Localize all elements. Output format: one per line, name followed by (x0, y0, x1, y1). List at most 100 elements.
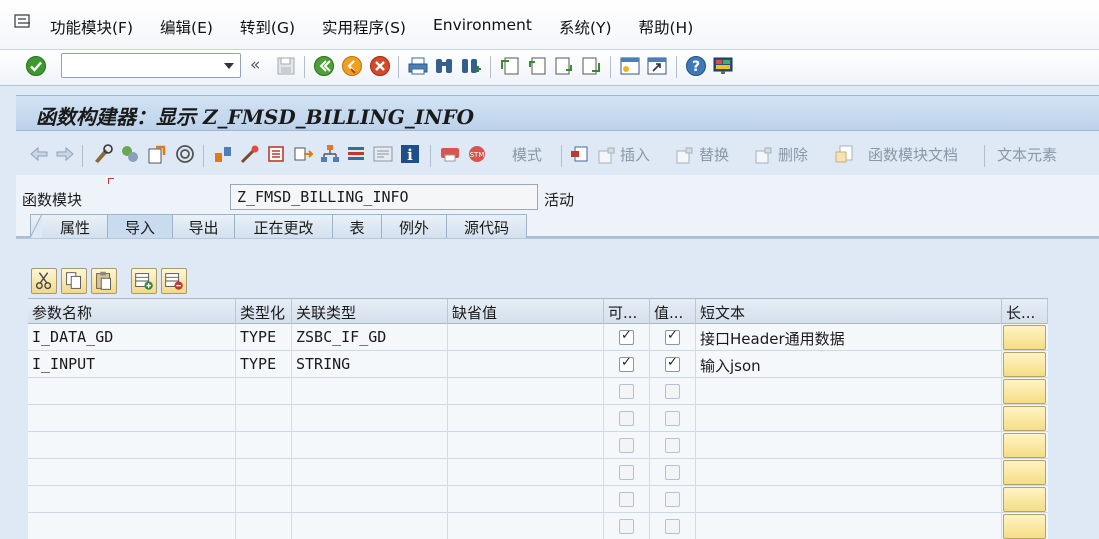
long-text-button[interactable] (1003, 487, 1046, 512)
cell-typing[interactable] (236, 459, 292, 486)
previous-page-icon[interactable] (526, 55, 548, 77)
pass-value-checkbox[interactable] (665, 438, 680, 453)
cell-default-value[interactable] (448, 378, 604, 405)
table-row[interactable]: I_INPUT TYPE STRING 输入json (28, 351, 1048, 378)
pass-value-checkbox[interactable] (665, 465, 680, 480)
cell-typing[interactable] (236, 405, 292, 432)
cell-parameter-name[interactable] (28, 405, 236, 432)
cell-parameter-name[interactable]: I_DATA_GD (28, 324, 236, 351)
table-row[interactable]: I_DATA_GD TYPE ZSBC_IF_GD 接口Header通用数据 (28, 324, 1048, 351)
enter-icon[interactable] (25, 55, 47, 77)
replace-icon[interactable] (674, 145, 696, 167)
cell-short-text[interactable]: 接口Header通用数据 (696, 324, 1002, 351)
cell-associated-type[interactable] (292, 513, 448, 539)
cell-parameter-name[interactable]: I_INPUT (28, 351, 236, 378)
new-session-icon[interactable] (619, 55, 641, 77)
cell-typing[interactable] (236, 378, 292, 405)
menu-goto[interactable]: 转到(G) (240, 16, 295, 38)
pass-value-checkbox[interactable] (665, 328, 680, 345)
long-text-button[interactable] (1003, 406, 1046, 431)
long-text-button[interactable] (1003, 379, 1046, 404)
check-object-icon[interactable] (146, 143, 168, 165)
menu-function-module[interactable]: 功能模块(F) (50, 16, 133, 38)
next-page-icon[interactable] (553, 55, 575, 77)
find-icon[interactable] (433, 55, 455, 77)
optional-checkbox[interactable] (619, 519, 634, 534)
cell-typing[interactable] (236, 513, 292, 539)
cell-parameter-name[interactable] (28, 378, 236, 405)
hierarchy-icon[interactable] (319, 143, 341, 165)
optional-checkbox[interactable] (619, 492, 634, 507)
system-menu-icon[interactable] (14, 14, 34, 30)
cell-associated-type[interactable]: ZSBC_IF_GD (292, 324, 448, 351)
cell-parameter-name[interactable] (28, 486, 236, 513)
text-elements-button[interactable]: 文本元素 (997, 144, 1057, 165)
insert-icon[interactable] (596, 145, 618, 167)
save-icon[interactable] (275, 55, 297, 77)
cell-default-value[interactable] (448, 513, 604, 539)
cell-associated-type[interactable] (292, 432, 448, 459)
tab-changing[interactable]: 正在更改 (234, 214, 333, 238)
cell-short-text[interactable] (696, 405, 1002, 432)
pass-value-checkbox[interactable] (665, 384, 680, 399)
optional-checkbox[interactable] (619, 328, 634, 345)
table-row[interactable] (28, 405, 1048, 432)
info-icon[interactable]: i (399, 143, 421, 165)
col-pass-value[interactable]: 值... (650, 299, 696, 324)
delete-icon[interactable] (753, 145, 775, 167)
long-text-button[interactable] (1003, 352, 1046, 377)
function-module-doc-icon[interactable] (834, 143, 856, 165)
optional-checkbox[interactable] (619, 438, 634, 453)
tab-export[interactable]: 导出 (172, 214, 235, 238)
menu-edit[interactable]: 编辑(E) (160, 16, 213, 38)
display-navigation-window-icon[interactable] (292, 143, 314, 165)
pass-value-checkbox[interactable] (665, 411, 680, 426)
cell-short-text[interactable] (696, 432, 1002, 459)
optional-checkbox[interactable] (619, 465, 634, 480)
cell-parameter-name[interactable] (28, 513, 236, 539)
col-optional[interactable]: 可... (604, 299, 650, 324)
tab-tables[interactable]: 表 (332, 214, 382, 238)
shortcut-icon[interactable] (646, 55, 668, 77)
pass-value-checkbox[interactable] (665, 355, 680, 372)
replace-button[interactable]: 替换 (699, 144, 729, 165)
cut-button[interactable] (31, 268, 57, 294)
cell-short-text[interactable] (696, 486, 1002, 513)
exit-icon[interactable] (341, 55, 363, 77)
cell-parameter-name[interactable] (28, 432, 236, 459)
long-text-button[interactable] (1003, 325, 1046, 350)
cell-associated-type[interactable] (292, 378, 448, 405)
command-field[interactable] (61, 53, 241, 78)
find-next-icon[interactable] (460, 55, 482, 77)
col-parameter-name[interactable]: 参数名称 (28, 299, 236, 324)
command-input[interactable] (66, 55, 216, 76)
cell-short-text[interactable]: 输入json (696, 351, 1002, 378)
cell-typing[interactable]: TYPE (236, 351, 292, 378)
chevron-down-icon[interactable] (224, 63, 234, 69)
insert-row-icon[interactable] (569, 143, 591, 165)
cell-short-text[interactable] (696, 459, 1002, 486)
pass-value-checkbox[interactable] (665, 492, 680, 507)
cell-typing[interactable] (236, 486, 292, 513)
cell-default-value[interactable] (448, 432, 604, 459)
table-row[interactable] (28, 378, 1048, 405)
cell-associated-type[interactable] (292, 486, 448, 513)
table-row[interactable] (28, 432, 1048, 459)
tab-import[interactable]: 导入 (107, 214, 173, 238)
back-icon[interactable] (313, 55, 335, 77)
tab-exceptions[interactable]: 例外 (381, 214, 447, 238)
tab-attributes[interactable]: 属性 (30, 214, 108, 238)
stack-icon[interactable] (345, 143, 367, 165)
cell-short-text[interactable] (696, 513, 1002, 539)
where-used-icon[interactable] (239, 143, 261, 165)
pattern-button[interactable]: 模式 (512, 144, 542, 165)
delete-button[interactable]: 删除 (778, 144, 808, 165)
tab-source-code[interactable]: 源代码 (446, 214, 527, 238)
long-text-button[interactable] (1003, 514, 1046, 539)
col-short-text[interactable]: 短文本 (696, 299, 1002, 324)
insert-row-button[interactable] (131, 268, 157, 294)
cell-associated-type[interactable]: STRING (292, 351, 448, 378)
table-row[interactable] (28, 459, 1048, 486)
cell-typing[interactable] (236, 432, 292, 459)
test-icon[interactable] (212, 143, 234, 165)
